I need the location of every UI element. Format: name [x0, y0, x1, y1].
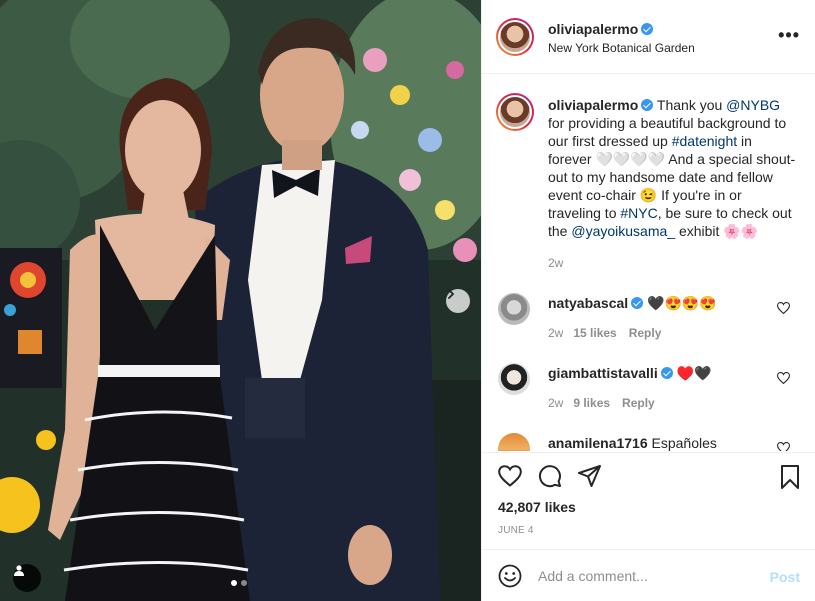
- commenter-avatar[interactable]: [498, 363, 530, 395]
- chevron-right-icon: [448, 289, 455, 299]
- comment-meta: 2w 9 likes Reply: [548, 396, 655, 410]
- post-photo[interactable]: [0, 0, 481, 601]
- add-comment-bar: Post: [482, 549, 815, 601]
- comment-username[interactable]: anamilena1716: [548, 435, 648, 451]
- comment-meta: 2w 15 likes Reply: [548, 326, 661, 340]
- comment-input[interactable]: [538, 564, 758, 588]
- post-actions: 42,807 likes JUNE 4: [482, 452, 815, 549]
- reply-button[interactable]: Reply: [622, 396, 655, 410]
- hashtag-link[interactable]: #datenight: [672, 133, 737, 149]
- verified-badge-icon: [631, 297, 644, 310]
- carousel-indicator: [231, 580, 247, 586]
- comment-text: ♥️🖤: [676, 365, 712, 381]
- comments-section: oliviapalermo Thank you @NYBG for provid…: [482, 75, 815, 451]
- comment-like-heart-icon[interactable]: [777, 302, 790, 314]
- comment-time: 2w: [548, 396, 564, 410]
- caption-timestamp: 2w: [548, 256, 564, 270]
- like-heart-icon[interactable]: [498, 465, 522, 487]
- comment-bubble-icon[interactable]: [538, 464, 562, 488]
- post-location[interactable]: New York Botanical Garden: [548, 41, 695, 55]
- save-bookmark-icon[interactable]: [780, 465, 800, 489]
- post-details-panel: oliviapalermo New York Botanical Garden …: [481, 0, 815, 601]
- comment-text: Españoles: [651, 435, 717, 451]
- verified-badge-icon: [641, 99, 654, 112]
- more-options-icon[interactable]: •••: [778, 26, 800, 44]
- caption-text: exhibit 🌸🌸: [675, 223, 759, 239]
- comment-time: 2w: [548, 326, 564, 340]
- hashtag-link[interactable]: #NYC: [620, 205, 657, 221]
- caption-username[interactable]: oliviapalermo: [548, 97, 638, 113]
- comment-item: anamilena1716 Españoles: [548, 435, 717, 451]
- verified-badge-icon: [660, 367, 673, 380]
- mention-link[interactable]: @yayoikusama_: [571, 223, 675, 239]
- caption-text: Thank you: [656, 97, 727, 113]
- user-icon: [14, 565, 24, 576]
- caption-author-avatar[interactable]: [496, 93, 534, 131]
- reply-button[interactable]: Reply: [629, 326, 662, 340]
- post-date[interactable]: JUNE 4: [498, 525, 534, 536]
- mention-link[interactable]: @NYBG: [726, 97, 780, 113]
- comment-username[interactable]: giambattistavalli: [548, 365, 658, 381]
- emoji-icon[interactable]: [498, 564, 522, 588]
- comment-item: natyabascal 🖤😍😍😍: [548, 295, 717, 312]
- comment-text: 🖤😍😍😍: [647, 295, 717, 311]
- commenter-avatar[interactable]: [498, 433, 530, 451]
- post-header: oliviapalermo New York Botanical Garden …: [482, 0, 815, 74]
- comment-item: giambattistavalli ♥️🖤: [548, 365, 711, 382]
- author-username[interactable]: oliviapalermo: [548, 21, 638, 37]
- author-avatar[interactable]: [496, 18, 534, 56]
- carousel-dot: [241, 580, 247, 586]
- carousel-dot-active: [231, 580, 237, 586]
- commenter-avatar[interactable]: [498, 293, 530, 325]
- carousel-next-button[interactable]: [446, 289, 470, 313]
- share-send-icon[interactable]: [578, 465, 602, 487]
- tagged-users-button[interactable]: [13, 564, 41, 592]
- comment-likes[interactable]: 15 likes: [573, 326, 616, 340]
- photo-illustration: [0, 0, 481, 601]
- comment-likes[interactable]: 9 likes: [573, 396, 610, 410]
- comment-like-heart-icon[interactable]: [777, 442, 790, 451]
- likes-count[interactable]: 42,807 likes: [498, 499, 576, 515]
- verified-badge-icon: [641, 23, 654, 36]
- post-comment-button[interactable]: Post: [770, 569, 800, 585]
- comment-username[interactable]: natyabascal: [548, 295, 628, 311]
- post-caption: oliviapalermo Thank you @NYBG for provid…: [548, 96, 798, 272]
- comment-like-heart-icon[interactable]: [777, 372, 790, 384]
